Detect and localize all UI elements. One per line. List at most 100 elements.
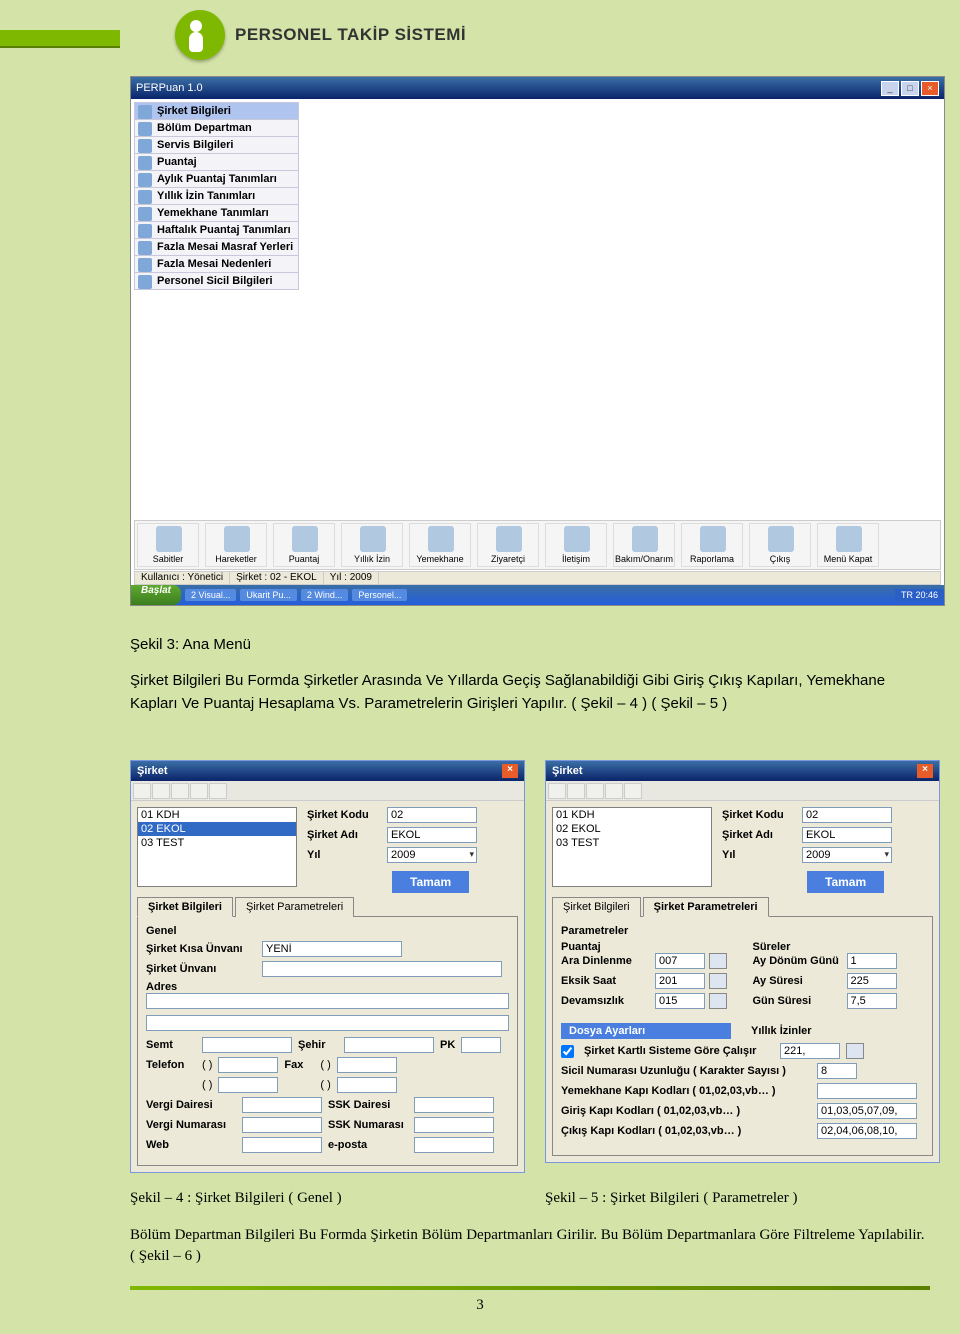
toolbar-icon[interactable] <box>190 783 208 799</box>
list-item[interactable]: 02 EKOL <box>553 822 711 836</box>
toolbar-bakim[interactable]: Bakım/Onarım <box>613 523 675 567</box>
sicil-uzunluk-input[interactable] <box>817 1063 857 1079</box>
toolbar-icon[interactable] <box>624 783 642 799</box>
menu-item-servis-bilgileri[interactable]: Servis Bilgileri <box>134 136 299 153</box>
yil-combo[interactable]: 2009 <box>387 847 477 863</box>
tamam-button[interactable]: Tamam <box>807 871 884 893</box>
sirket-kodu-input[interactable] <box>802 807 892 823</box>
cikis-kapi-input[interactable] <box>817 1123 917 1139</box>
list-item[interactable]: 03 TEST <box>138 836 296 850</box>
menu-item-sirket-bilgileri[interactable]: Şirket Bilgileri <box>134 102 299 119</box>
fax-input-2[interactable] <box>337 1077 397 1093</box>
ssk-no-input[interactable] <box>414 1117 494 1133</box>
toolbar-icon[interactable] <box>586 783 604 799</box>
fax-label: Fax <box>284 1059 314 1071</box>
sirket-adi-input[interactable] <box>802 827 892 843</box>
taskbar-item[interactable]: 2 Wind... <box>301 589 349 601</box>
ssk-dairesi-input[interactable] <box>414 1097 494 1113</box>
menu-item-personel-sicil[interactable]: Personel Sicil Bilgileri <box>134 272 299 290</box>
eksik-saat-input[interactable] <box>655 973 705 989</box>
adres-input-1[interactable] <box>146 993 509 1009</box>
tab-sirket-parametreleri[interactable]: Şirket Parametreleri <box>235 897 354 917</box>
toolbar-icon[interactable] <box>548 783 566 799</box>
minimize-button[interactable]: _ <box>881 81 899 96</box>
toolbar-icon[interactable] <box>133 783 151 799</box>
start-button[interactable]: Başlat <box>131 585 181 605</box>
system-tray: TR 20:46 <box>895 589 944 601</box>
sirket-adi-label: Şirket Adı <box>307 829 387 841</box>
yemekhane-kapi-input[interactable] <box>817 1083 917 1099</box>
sirket-listbox[interactable]: 01 KDH 02 EKOL 03 TEST <box>137 807 297 887</box>
menu-item-yillik-izin[interactable]: Yıllık İzin Tanımları <box>134 187 299 204</box>
toolbar-icon[interactable] <box>171 783 189 799</box>
toolbar-raporlama[interactable]: Raporlama <box>681 523 743 567</box>
yil-combo[interactable]: 2009 <box>802 847 892 863</box>
taskbar-item[interactable]: Personel... <box>352 589 407 601</box>
sirket-kodu-input[interactable] <box>387 807 477 823</box>
menu-item-fazla-mesai-neden[interactable]: Fazla Mesai Nedenleri <box>134 255 299 272</box>
toolbar-cikis[interactable]: Çıkış <box>749 523 811 567</box>
menu-item-yemekhane[interactable]: Yemekhane Tanımları <box>134 204 299 221</box>
toolbar-puantaj[interactable]: Puantaj <box>273 523 335 567</box>
sirket-adi-input[interactable] <box>387 827 477 843</box>
picker-icon[interactable] <box>709 953 727 969</box>
devamsizlik-input[interactable] <box>655 993 705 1009</box>
close-button[interactable]: × <box>921 81 939 96</box>
unvan-input[interactable] <box>262 961 502 977</box>
kartli-sistem-checkbox[interactable] <box>561 1045 574 1058</box>
toolbar-iletisim[interactable]: İletişim <box>545 523 607 567</box>
vergi-dairesi-input[interactable] <box>242 1097 322 1113</box>
devamsizlik-label: Devamsızlık <box>561 995 651 1007</box>
list-item-selected[interactable]: 02 EKOL <box>138 822 296 836</box>
menu-item-aylik-puantaj[interactable]: Aylık Puantaj Tanımları <box>134 170 299 187</box>
list-item[interactable]: 01 KDH <box>138 808 296 822</box>
picker-icon[interactable] <box>846 1043 864 1059</box>
picker-icon[interactable] <box>709 973 727 989</box>
tab-sirket-bilgileri[interactable]: Şirket Bilgileri <box>552 897 641 917</box>
menu-item-bolum-departman[interactable]: Bölüm Departman <box>134 119 299 136</box>
semt-input[interactable] <box>202 1037 292 1053</box>
puantaj-header: Puantaj <box>561 941 733 953</box>
web-input[interactable] <box>242 1137 322 1153</box>
taskbar-item[interactable]: Ukarit Pu... <box>240 589 297 601</box>
menu-item-puantaj[interactable]: Puantaj <box>134 153 299 170</box>
gun-suresi-input[interactable] <box>847 993 897 1009</box>
kisa-unvan-input[interactable] <box>262 941 402 957</box>
toolbar-yemekhane[interactable]: Yemekhane <box>409 523 471 567</box>
toolbar-icon[interactable] <box>209 783 227 799</box>
picker-icon[interactable] <box>709 993 727 1009</box>
vergi-no-input[interactable] <box>242 1117 322 1133</box>
eposta-input[interactable] <box>414 1137 494 1153</box>
tamam-button[interactable]: Tamam <box>392 871 469 893</box>
telefon-input-2[interactable] <box>218 1077 278 1093</box>
ay-donum-input[interactable] <box>847 953 897 969</box>
list-item[interactable]: 01 KDH <box>553 808 711 822</box>
giris-kapi-input[interactable] <box>817 1103 917 1119</box>
fax-input[interactable] <box>337 1057 397 1073</box>
sehir-input[interactable] <box>344 1037 434 1053</box>
pk-input[interactable] <box>461 1037 501 1053</box>
ay-suresi-input[interactable] <box>847 973 897 989</box>
sirket-listbox[interactable]: 01 KDH 02 EKOL 03 TEST <box>552 807 712 887</box>
ara-dinlenme-input[interactable] <box>655 953 705 969</box>
toolbar-yillik-izin[interactable]: Yıllık İzin <box>341 523 403 567</box>
toolbar-sabitler[interactable]: Sabitler <box>137 523 199 567</box>
menu-item-haftalik-puantaj[interactable]: Haftalık Puantaj Tanımları <box>134 221 299 238</box>
maximize-button[interactable]: □ <box>901 81 919 96</box>
yillik-izin-input[interactable] <box>780 1043 840 1059</box>
toolbar-ziyaretci[interactable]: Ziyaretçi <box>477 523 539 567</box>
tab-sirket-bilgileri[interactable]: Şirket Bilgileri <box>137 897 233 917</box>
telefon-input[interactable] <box>218 1057 278 1073</box>
dialog-close-button[interactable]: × <box>502 764 518 778</box>
toolbar-icon[interactable] <box>152 783 170 799</box>
list-item[interactable]: 03 TEST <box>553 836 711 850</box>
tab-sirket-parametreleri[interactable]: Şirket Parametreleri <box>643 897 769 917</box>
taskbar-item[interactable]: 2 Visual... <box>185 589 236 601</box>
dialog-close-button[interactable]: × <box>917 764 933 778</box>
adres-input-2[interactable] <box>146 1015 509 1031</box>
menu-item-fazla-mesai-masraf[interactable]: Fazla Mesai Masraf Yerleri <box>134 238 299 255</box>
toolbar-hareketler[interactable]: Hareketler <box>205 523 267 567</box>
toolbar-icon[interactable] <box>567 783 585 799</box>
toolbar-icon[interactable] <box>605 783 623 799</box>
toolbar-menu-kapat[interactable]: Menü Kapat <box>817 523 879 567</box>
